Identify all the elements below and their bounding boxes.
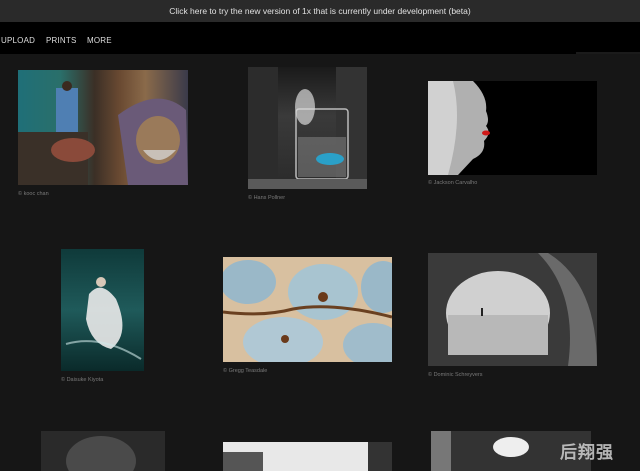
photo-credit[interactable]: © Hans Pollner bbox=[248, 195, 285, 201]
nav-more[interactable]: MORE bbox=[87, 36, 112, 45]
top-nav: UPLOAD PRINTS MORE bbox=[0, 22, 640, 66]
photo-thumbnail[interactable] bbox=[61, 249, 144, 371]
photo-credit[interactable]: © Dominic Schreyvers bbox=[428, 372, 482, 378]
beta-banner[interactable]: Click here to try the new version of 1x … bbox=[0, 0, 640, 22]
photo-2-art bbox=[248, 67, 367, 189]
photo-thumbnail[interactable] bbox=[428, 81, 597, 175]
photo-thumbnail[interactable] bbox=[248, 67, 367, 189]
photo-8-art bbox=[223, 442, 392, 471]
photo-thumbnail[interactable] bbox=[428, 253, 597, 366]
photo-3-art bbox=[428, 81, 490, 175]
beta-banner-text[interactable]: Click here to try the new version of 1x … bbox=[169, 6, 470, 16]
photo-thumbnail[interactable] bbox=[223, 257, 392, 362]
photo-thumbnail[interactable] bbox=[41, 431, 165, 471]
photo-credit[interactable]: © Gregg Teasdale bbox=[223, 368, 267, 374]
photo-thumbnail[interactable] bbox=[18, 70, 188, 185]
photo-1-art bbox=[18, 81, 188, 185]
photo-5-art bbox=[223, 260, 392, 362]
photo-credit[interactable]: © kooc chan bbox=[18, 191, 49, 197]
photo-7-art bbox=[66, 436, 136, 471]
photo-credit[interactable]: © Jackson Carvalho bbox=[428, 180, 477, 186]
photo-credit[interactable]: © Daisuke Kiyota bbox=[61, 377, 103, 383]
photo-4-art bbox=[65, 277, 142, 360]
watermark-logo: 后翔强 bbox=[560, 443, 614, 462]
nav-prints[interactable]: PRINTS bbox=[46, 36, 77, 45]
photo-thumbnail[interactable] bbox=[223, 442, 392, 471]
nav-upload[interactable]: UPLOAD bbox=[1, 36, 35, 45]
photo-6-art bbox=[428, 253, 597, 366]
